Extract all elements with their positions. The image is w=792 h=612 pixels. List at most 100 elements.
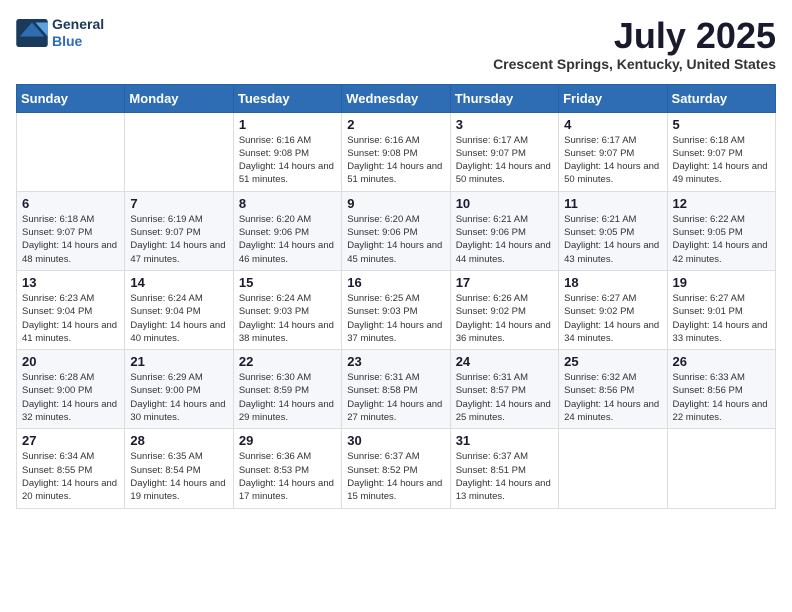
day-number: 31 [456, 433, 553, 448]
calendar-cell: 26 Sunrise: 6:33 AMSunset: 8:56 PMDayligh… [667, 350, 775, 429]
day-number: 27 [22, 433, 119, 448]
calendar-cell: 21Sunrise: 6:29 AMSunset: 9:00 PMDayligh… [125, 350, 233, 429]
day-number: 24 [456, 354, 553, 369]
weekday-header-wednesday: Wednesday [342, 84, 450, 112]
calendar-cell: 16 Sunrise: 6:25 AMSunset: 9:03 PMDayligh… [342, 270, 450, 349]
month-title: July 2025 [493, 16, 776, 56]
calendar-cell: 23 Sunrise: 6:31 AMSunset: 8:58 PMDayligh… [342, 350, 450, 429]
day-info: Sunrise: 6:35 AMSunset: 8:54 PMDaylight:… [130, 450, 227, 503]
day-info: Sunrise: 6:27 AMSunset: 9:01 PMDaylight:… [673, 292, 770, 345]
day-number: 2 [347, 117, 444, 132]
day-number: 4 [564, 117, 661, 132]
day-info: Sunrise: 6:17 AMSunset: 9:07 PMDaylight:… [456, 134, 553, 187]
day-info: Sunrise: 6:18 AMSunset: 9:07 PMDaylight:… [22, 213, 119, 266]
day-info: Sunrise: 6:34 AMSunset: 8:55 PMDaylight:… [22, 450, 119, 503]
day-number: 30 [347, 433, 444, 448]
day-info: Sunrise: 6:27 AMSunset: 9:02 PMDaylight:… [564, 292, 661, 345]
day-info: Sunrise: 6:30 AMSunset: 8:59 PMDaylight:… [239, 371, 336, 424]
day-number: 11 [564, 196, 661, 211]
weekday-header-sunday: Sunday [17, 84, 125, 112]
day-number: 25 [564, 354, 661, 369]
logo: General Blue [16, 16, 104, 50]
day-number: 13 [22, 275, 119, 290]
day-info: Sunrise: 6:20 AMSunset: 9:06 PMDaylight:… [239, 213, 336, 266]
day-info: Sunrise: 6:32 AMSunset: 8:56 PMDaylight:… [564, 371, 661, 424]
calendar-cell: 9Sunrise: 6:20 AMSunset: 9:06 PMDaylight… [342, 191, 450, 270]
calendar-cell: 12 Sunrise: 6:22 AMSunset: 9:05 PMDayligh… [667, 191, 775, 270]
day-info: Sunrise: 6:23 AMSunset: 9:04 PMDaylight:… [22, 292, 119, 345]
calendar-cell [17, 112, 125, 191]
calendar-cell [125, 112, 233, 191]
day-number: 26 [673, 354, 770, 369]
logo-text: General Blue [52, 16, 104, 50]
weekday-header-monday: Monday [125, 84, 233, 112]
calendar-cell: 25 Sunrise: 6:32 AMSunset: 8:56 PMDayligh… [559, 350, 667, 429]
day-number: 23 [347, 354, 444, 369]
page-header: General Blue July 2025 Crescent Springs,… [16, 16, 776, 72]
day-number: 10 [456, 196, 553, 211]
day-info: Sunrise: 6:31 AMSunset: 8:57 PMDaylight:… [456, 371, 553, 424]
day-info: Sunrise: 6:37 AMSunset: 8:51 PMDaylight:… [456, 450, 553, 503]
day-number: 17 [456, 275, 553, 290]
weekday-header-friday: Friday [559, 84, 667, 112]
day-number: 8 [239, 196, 336, 211]
day-info: Sunrise: 6:19 AMSunset: 9:07 PMDaylight:… [130, 213, 227, 266]
calendar-cell [559, 429, 667, 508]
day-info: Sunrise: 6:37 AMSunset: 8:52 PMDaylight:… [347, 450, 444, 503]
weekday-header-thursday: Thursday [450, 84, 558, 112]
day-number: 16 [347, 275, 444, 290]
day-number: 5 [673, 117, 770, 132]
day-info: Sunrise: 6:24 AMSunset: 9:04 PMDaylight:… [130, 292, 227, 345]
calendar-cell: 30 Sunrise: 6:37 AMSunset: 8:52 PMDayligh… [342, 429, 450, 508]
calendar-cell: 20 Sunrise: 6:28 AMSunset: 9:00 PMDayligh… [17, 350, 125, 429]
day-info: Sunrise: 6:18 AMSunset: 9:07 PMDaylight:… [673, 134, 770, 187]
weekday-header-tuesday: Tuesday [233, 84, 341, 112]
day-number: 7 [130, 196, 227, 211]
weekday-header-saturday: Saturday [667, 84, 775, 112]
day-info: Sunrise: 6:16 AMSunset: 9:08 PMDaylight:… [347, 134, 444, 187]
calendar-cell: 6 Sunrise: 6:18 AMSunset: 9:07 PMDaylight… [17, 191, 125, 270]
calendar-cell: 28 Sunrise: 6:35 AMSunset: 8:54 PMDayligh… [125, 429, 233, 508]
calendar-cell: 15Sunrise: 6:24 AMSunset: 9:03 PMDayligh… [233, 270, 341, 349]
day-info: Sunrise: 6:33 AMSunset: 8:56 PMDaylight:… [673, 371, 770, 424]
calendar-cell: 13 Sunrise: 6:23 AMSunset: 9:04 PMDayligh… [17, 270, 125, 349]
week-row-2: 6 Sunrise: 6:18 AMSunset: 9:07 PMDaylight… [17, 191, 776, 270]
calendar-cell: 5 Sunrise: 6:18 AMSunset: 9:07 PMDaylight… [667, 112, 775, 191]
weekday-header-row: SundayMondayTuesdayWednesdayThursdayFrid… [17, 84, 776, 112]
day-info: Sunrise: 6:22 AMSunset: 9:05 PMDaylight:… [673, 213, 770, 266]
week-row-3: 13 Sunrise: 6:23 AMSunset: 9:04 PMDayligh… [17, 270, 776, 349]
day-number: 22 [239, 354, 336, 369]
calendar: SundayMondayTuesdayWednesdayThursdayFrid… [16, 84, 776, 509]
day-info: Sunrise: 6:24 AMSunset: 9:03 PMDaylight:… [239, 292, 336, 345]
day-info: Sunrise: 6:25 AMSunset: 9:03 PMDaylight:… [347, 292, 444, 345]
day-info: Sunrise: 6:21 AMSunset: 9:05 PMDaylight:… [564, 213, 661, 266]
calendar-cell: 10Sunrise: 6:21 AMSunset: 9:06 PMDayligh… [450, 191, 558, 270]
day-number: 6 [22, 196, 119, 211]
day-number: 18 [564, 275, 661, 290]
day-info: Sunrise: 6:26 AMSunset: 9:02 PMDaylight:… [456, 292, 553, 345]
calendar-cell: 31 Sunrise: 6:37 AMSunset: 8:51 PMDayligh… [450, 429, 558, 508]
location: Crescent Springs, Kentucky, United State… [493, 56, 776, 72]
day-number: 12 [673, 196, 770, 211]
calendar-cell: 22 Sunrise: 6:30 AMSunset: 8:59 PMDayligh… [233, 350, 341, 429]
day-number: 9 [347, 196, 444, 211]
day-number: 19 [673, 275, 770, 290]
day-number: 14 [130, 275, 227, 290]
day-number: 3 [456, 117, 553, 132]
calendar-cell: 17 Sunrise: 6:26 AMSunset: 9:02 PMDayligh… [450, 270, 558, 349]
day-info: Sunrise: 6:28 AMSunset: 9:00 PMDaylight:… [22, 371, 119, 424]
day-info: Sunrise: 6:29 AMSunset: 9:00 PMDaylight:… [130, 371, 227, 424]
calendar-cell: 29Sunrise: 6:36 AMSunset: 8:53 PMDayligh… [233, 429, 341, 508]
calendar-cell: 27 Sunrise: 6:34 AMSunset: 8:55 PMDayligh… [17, 429, 125, 508]
calendar-cell: 24 Sunrise: 6:31 AMSunset: 8:57 PMDayligh… [450, 350, 558, 429]
day-info: Sunrise: 6:31 AMSunset: 8:58 PMDaylight:… [347, 371, 444, 424]
day-info: Sunrise: 6:17 AMSunset: 9:07 PMDaylight:… [564, 134, 661, 187]
day-info: Sunrise: 6:16 AMSunset: 9:08 PMDaylight:… [239, 134, 336, 187]
day-number: 20 [22, 354, 119, 369]
day-number: 28 [130, 433, 227, 448]
week-row-1: 1 Sunrise: 6:16 AMSunset: 9:08 PMDaylight… [17, 112, 776, 191]
calendar-cell: 14 Sunrise: 6:24 AMSunset: 9:04 PMDayligh… [125, 270, 233, 349]
day-info: Sunrise: 6:36 AMSunset: 8:53 PMDaylight:… [239, 450, 336, 503]
day-number: 1 [239, 117, 336, 132]
week-row-5: 27 Sunrise: 6:34 AMSunset: 8:55 PMDayligh… [17, 429, 776, 508]
